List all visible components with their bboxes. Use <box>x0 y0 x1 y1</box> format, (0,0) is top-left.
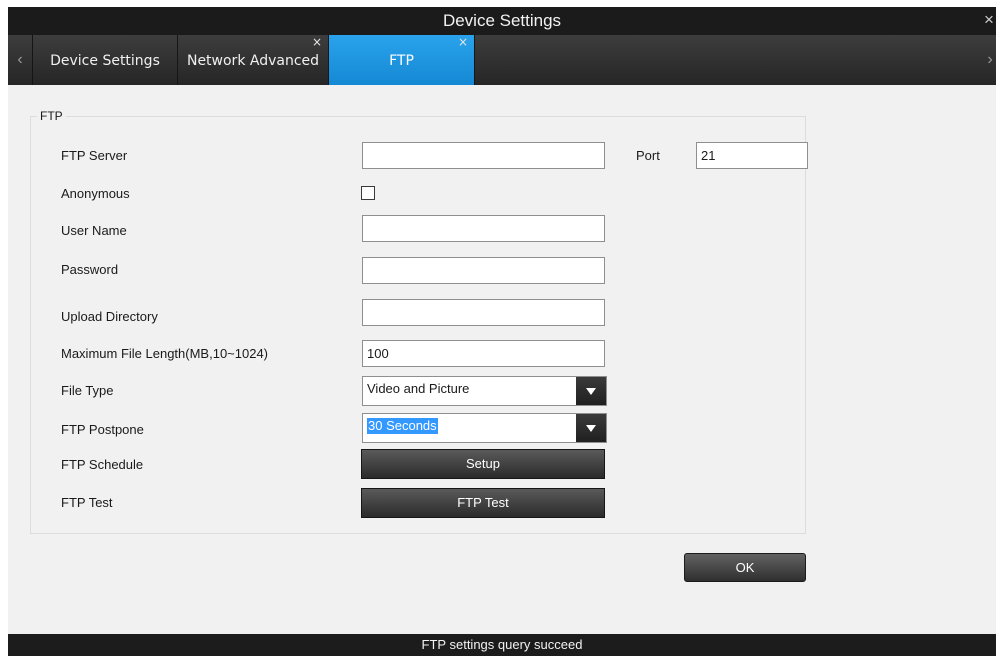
status-bar: FTP settings query succeed <box>8 634 996 656</box>
ftp-test-label: FTP Test <box>61 495 113 510</box>
ftp-server-label: FTP Server <box>61 148 128 163</box>
chevron-down-icon[interactable] <box>576 377 606 405</box>
username-label: User Name <box>61 223 127 238</box>
port-label: Port <box>636 148 660 163</box>
file-type-value: Video and Picture <box>367 381 470 396</box>
group-title: FTP <box>37 109 66 123</box>
upload-directory-input[interactable] <box>362 299 605 326</box>
close-icon[interactable]: × <box>982 7 996 33</box>
max-file-length-input[interactable] <box>362 340 605 367</box>
title-bar: Device Settings × <box>8 7 996 35</box>
username-input[interactable] <box>362 215 605 242</box>
file-type-select[interactable]: Video and Picture <box>362 376 607 406</box>
tab-label: Device Settings <box>50 53 160 69</box>
password-input[interactable] <box>362 257 605 284</box>
ftp-postpone-value: 30 Seconds <box>367 418 438 434</box>
file-type-label: File Type <box>61 383 114 398</box>
schedule-setup-button[interactable]: Setup <box>361 449 605 479</box>
window-title: Device Settings <box>442 11 562 30</box>
ftp-test-button[interactable]: FTP Test <box>361 488 605 518</box>
ftp-postpone-label: FTP Postpone <box>61 422 144 437</box>
chevron-left-icon[interactable]: ‹ <box>8 35 33 85</box>
port-input[interactable] <box>696 142 808 169</box>
tab-network-advanced[interactable]: Network Advanced × <box>178 35 329 85</box>
tab-close-icon[interactable]: × <box>458 35 468 49</box>
status-message: FTP settings query succeed <box>421 637 583 652</box>
tab-close-icon[interactable]: × <box>312 35 322 49</box>
chevron-right-icon[interactable]: › <box>984 35 996 85</box>
tab-label: FTP <box>389 53 414 69</box>
upload-directory-label: Upload Directory <box>61 309 158 324</box>
ftp-server-input[interactable] <box>362 142 605 169</box>
tab-ftp[interactable]: FTP × <box>329 35 475 85</box>
tab-device-settings[interactable]: Device Settings <box>33 35 178 85</box>
settings-panel: FTP FTP Server Port Anonymous User Name … <box>8 85 996 634</box>
chevron-down-icon[interactable] <box>576 414 606 442</box>
ftp-schedule-label: FTP Schedule <box>61 457 144 472</box>
password-label: Password <box>61 262 119 277</box>
tab-bar: ‹ Device Settings Network Advanced × FTP… <box>8 35 996 85</box>
max-file-length-label: Maximum File Length(MB,10~1024) <box>61 346 269 361</box>
tab-label: Network Advanced <box>186 53 320 69</box>
anonymous-label: Anonymous <box>61 186 130 201</box>
ftp-postpone-select[interactable]: 30 Seconds <box>362 413 607 443</box>
ok-button[interactable]: OK <box>684 553 806 582</box>
anonymous-checkbox[interactable] <box>361 186 375 200</box>
